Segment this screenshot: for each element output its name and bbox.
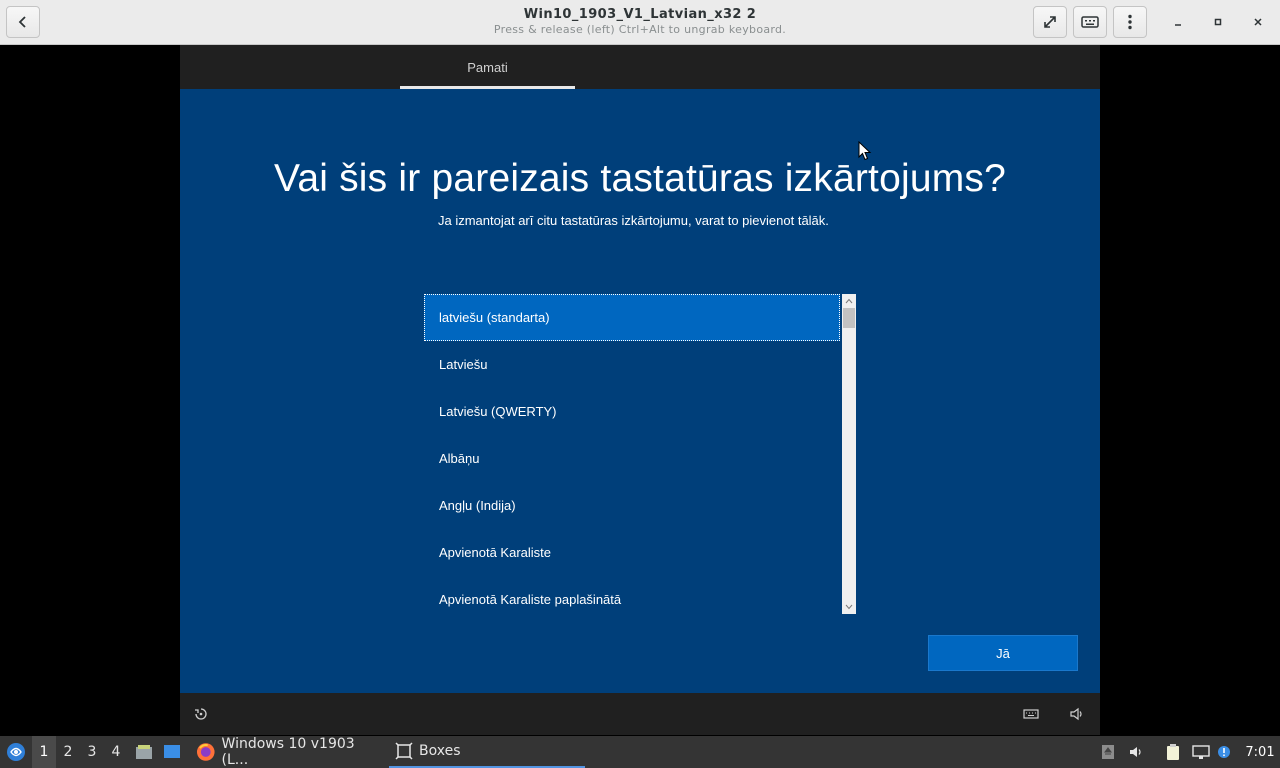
layout-item-apvienota-karaliste[interactable]: Apvienotā Karaliste — [424, 529, 840, 576]
window-title-block: Win10_1903_V1_Latvian_x32 2 Press & rele… — [380, 6, 900, 37]
menu-button[interactable] — [1113, 6, 1147, 38]
layout-item-albanu[interactable]: Albāņu — [424, 435, 840, 482]
window-title: Win10_1903_V1_Latvian_x32 2 — [523, 7, 757, 22]
keyboard-layout-list[interactable]: latviešu (standarta) Latviešu Latviešu (… — [424, 294, 856, 614]
network-icon — [1192, 745, 1210, 759]
ease-of-access-button[interactable] — [192, 706, 210, 722]
chevron-down-icon — [845, 604, 853, 610]
header-bar: Win10_1903_V1_Latvian_x32 2 Press & rele… — [0, 0, 1280, 45]
oobe-tab-bar: Pamati — [180, 45, 1100, 89]
task-boxes[interactable]: Boxes — [389, 736, 585, 768]
scroll-thumb[interactable] — [843, 308, 855, 328]
list-scrollbar[interactable] — [842, 294, 856, 614]
clock[interactable]: 7:01 — [1240, 736, 1280, 768]
layout-item-latviesu-standarta[interactable]: latviešu (standarta) — [424, 294, 840, 341]
speaker-icon — [1130, 747, 1141, 757]
window-subtitle: Press & release (left) Ctrl+Alt to ungra… — [493, 23, 787, 36]
minimize-icon — [1175, 24, 1181, 26]
fullscreen-button[interactable] — [1033, 6, 1067, 38]
vm-display[interactable]: Pamati Vai šis ir pareizais tastatūras i… — [180, 45, 1100, 735]
keyboard-icon — [1023, 709, 1039, 719]
app-menu-button[interactable] — [2, 736, 30, 768]
clipboard-icon — [1167, 744, 1179, 760]
volume-button[interactable] — [1068, 706, 1086, 722]
files-launcher[interactable] — [132, 736, 156, 768]
fullscreen-icon — [1044, 16, 1056, 28]
tray-updates[interactable] — [1098, 736, 1118, 768]
eject-icon — [1102, 745, 1114, 759]
boxes-icon — [395, 742, 413, 760]
yes-button[interactable]: Jā — [928, 635, 1078, 671]
firefox-icon — [196, 743, 215, 761]
tab-pamati[interactable]: Pamati — [400, 45, 575, 89]
input-language-button[interactable] — [1022, 706, 1040, 722]
send-keys-button[interactable] — [1073, 6, 1107, 38]
file-manager-icon — [136, 745, 152, 759]
tray-volume[interactable] — [1126, 736, 1146, 768]
maximize-icon — [1214, 18, 1222, 26]
task-label: Boxes — [419, 743, 461, 759]
workspace-4[interactable]: 4 — [104, 736, 128, 768]
close-icon — [1254, 18, 1262, 26]
mouse-pointer-icon — [858, 141, 872, 161]
page-subtitle: Ja izmantojat arī citu tastatūras izkārt… — [438, 213, 829, 228]
layout-item-latviesu-qwerty[interactable]: Latviešu (QWERTY) — [424, 388, 840, 435]
active-tab-indicator — [400, 86, 575, 89]
tray-network[interactable] — [1190, 736, 1212, 768]
distro-logo-icon — [7, 743, 25, 761]
task-label: Windows 10 v1903 (L... — [221, 736, 355, 768]
desktop-icon — [164, 745, 180, 758]
chevron-left-icon — [18, 16, 26, 28]
layout-item-anglu-indija[interactable]: Angļu (Indija) — [424, 482, 840, 529]
tray-notifications[interactable] — [1214, 736, 1234, 768]
speaker-icon — [1070, 707, 1082, 721]
keyboard-icon — [1081, 16, 1099, 28]
host-taskbar: 1 2 3 4 Windows 10 v1903 (L... Boxes 7:0… — [0, 736, 1280, 768]
oobe-bottom-bar — [180, 693, 1100, 735]
show-desktop-button[interactable] — [160, 736, 184, 768]
chevron-up-icon — [845, 298, 853, 304]
back-button[interactable] — [6, 6, 40, 38]
workspace-1[interactable]: 1 — [32, 736, 56, 768]
workspace-3[interactable]: 3 — [80, 736, 104, 768]
scroll-up-button[interactable] — [842, 294, 856, 308]
tray-clipboard[interactable] — [1162, 736, 1184, 768]
layout-item-apvienota-karaliste-paplasinata[interactable]: Apvienotā Karaliste paplašinātā — [424, 576, 840, 614]
close-button[interactable] — [1246, 10, 1270, 34]
workspace-2[interactable]: 2 — [56, 736, 80, 768]
minimize-button[interactable] — [1166, 10, 1190, 34]
scroll-down-button[interactable] — [842, 600, 856, 614]
task-windows10[interactable]: Windows 10 v1903 (L... — [190, 736, 382, 768]
ease-of-access-icon — [195, 708, 207, 720]
maximize-button[interactable] — [1206, 10, 1230, 34]
kebab-menu-icon — [1128, 14, 1132, 30]
info-icon — [1218, 746, 1230, 758]
page-title: Vai šis ir pareizais tastatūras izkārtoj… — [274, 157, 1006, 200]
layout-item-latviesu[interactable]: Latviešu — [424, 341, 840, 388]
